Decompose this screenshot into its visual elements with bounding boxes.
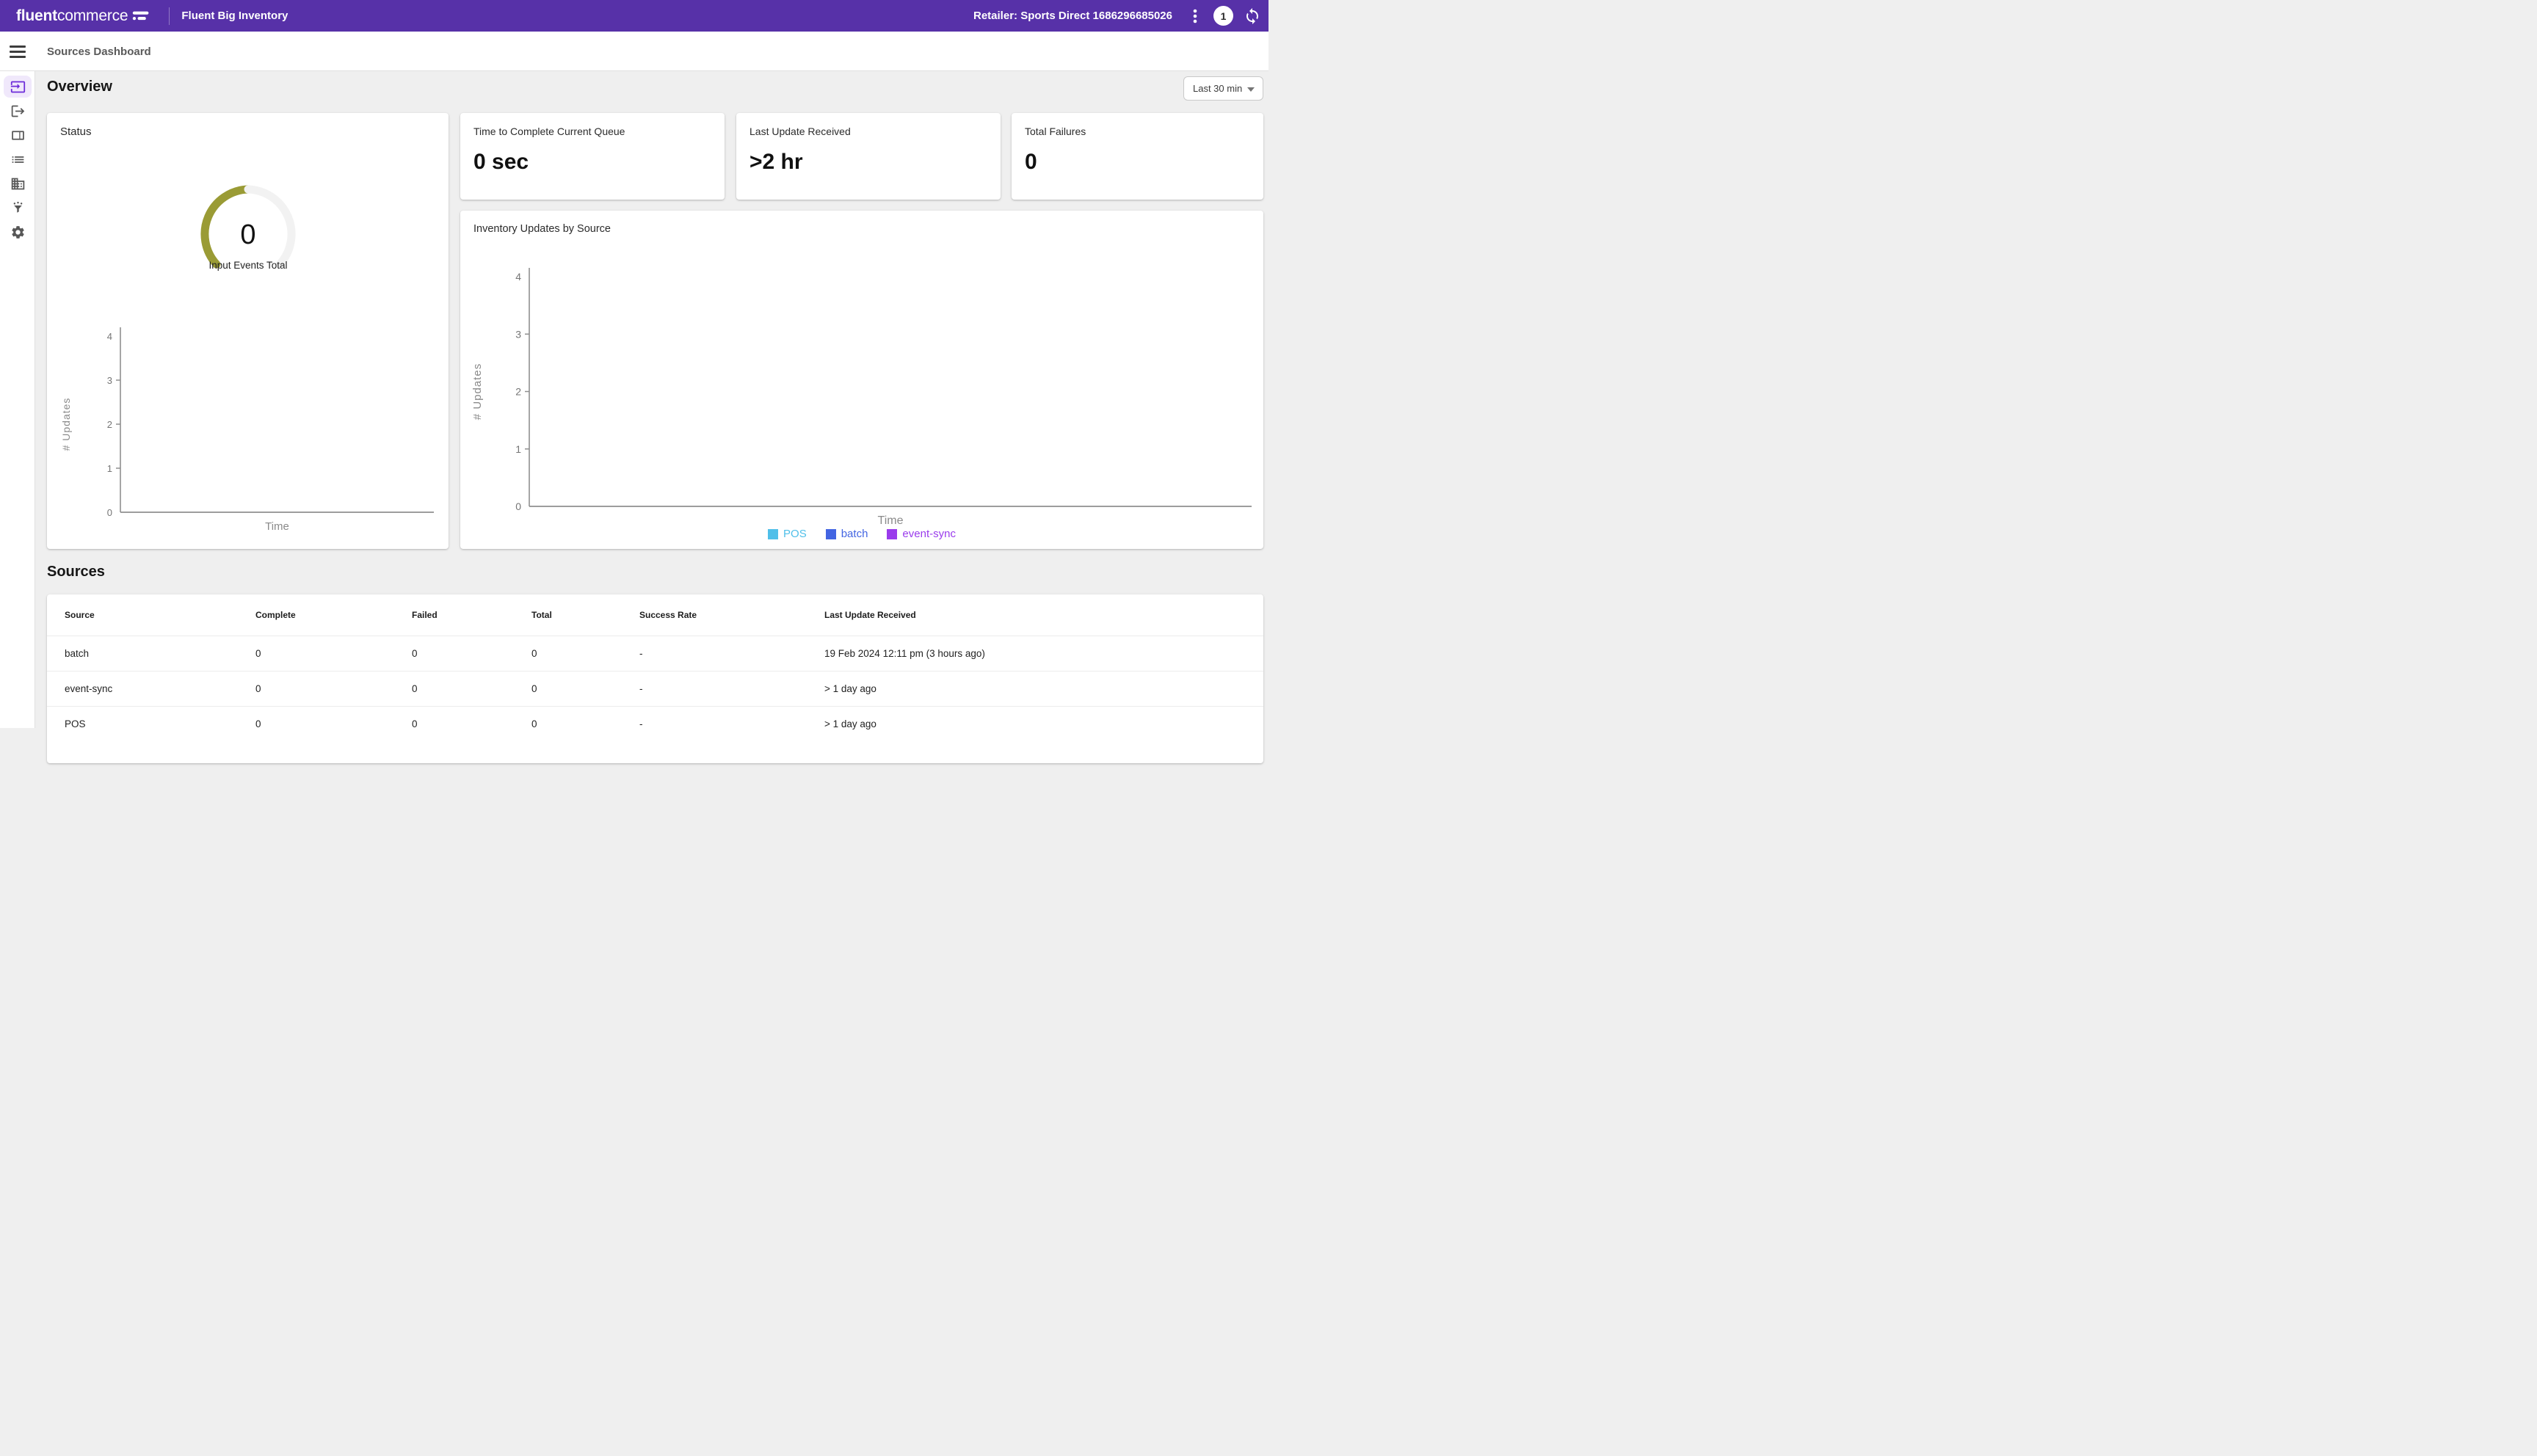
svg-text:3: 3 [515, 328, 521, 340]
table-cell: - [639, 718, 643, 729]
metric-title: Time to Complete Current Queue [473, 125, 625, 137]
side-navigation [0, 71, 35, 728]
sources-table-card: Source Complete Failed Total Success Rate Las… [47, 594, 1263, 763]
sidebar-item-output-icon[interactable] [4, 100, 32, 122]
legend-swatch [768, 528, 779, 539]
page-title: Sources Dashboard [47, 46, 151, 58]
sidebar-item-browser-layout-icon[interactable] [4, 124, 32, 146]
metric-card-queue-time: Time to Complete Current Queue 0 sec [460, 113, 725, 200]
sources-table: Source Complete Failed Total Success Rate Las… [47, 594, 1263, 741]
chart-card-title: Inventory Updates by Source [473, 223, 611, 235]
svg-text:Time: Time [265, 520, 289, 533]
metric-card-total-failures: Total Failures 0 [1012, 113, 1263, 200]
inventory-updates-chart: 0 1 2 3 4 Time # Updates [471, 268, 1252, 526]
svg-text:# Updates: # Updates [471, 363, 484, 420]
column-header-failed: Failed [412, 609, 438, 620]
inventory-updates-chart-card: Inventory Updates by Source 0 1 2 3 4 Time # U… [460, 211, 1263, 549]
table-cell: 0 [531, 647, 537, 659]
column-header-last-update-received: Last Update Received [824, 609, 916, 620]
gauge-label: Input Events Total [208, 260, 287, 271]
app-title: Fluent Big Inventory [181, 10, 288, 22]
table-cell: 0 [412, 647, 418, 659]
svg-text:Time: Time [878, 514, 904, 526]
metric-value: 0 sec [473, 150, 529, 174]
table-cell: > 1 day ago [824, 682, 876, 694]
chart-legend: POS batch event-sync [460, 528, 1263, 540]
top-app-bar: fluent commerce Fluent Big Inventory Reta… [0, 0, 1268, 32]
time-range-selected-value: Last 30 min [1193, 83, 1243, 94]
table-cell: - [639, 647, 643, 659]
table-cell: event-sync [65, 682, 113, 694]
table-cell: - [639, 682, 643, 694]
legend-label: POS [783, 528, 807, 540]
table-cell: 0 [255, 718, 261, 729]
brand-text-bold: fluent [16, 7, 57, 24]
sidebar-item-sources-input-icon[interactable] [4, 76, 32, 98]
table-cell: batch [65, 647, 90, 659]
menu-hamburger-icon[interactable] [10, 46, 26, 58]
svg-text:4: 4 [107, 331, 112, 342]
sidebar-item-insights-funnel-icon[interactable] [4, 197, 32, 219]
legend-label: batch [841, 528, 868, 540]
svg-text:1: 1 [107, 463, 112, 474]
table-row-pos[interactable]: POS 0 0 0 - > 1 day ago [47, 706, 1263, 741]
metric-title: Total Failures [1025, 125, 1086, 137]
topbar-divider [169, 7, 170, 25]
svg-text:# Updates: # Updates [60, 398, 72, 451]
table-cell: POS [65, 718, 86, 729]
metric-value: >2 hr [750, 150, 803, 174]
legend-swatch [825, 528, 836, 539]
refresh-sync-icon[interactable] [1244, 7, 1261, 25]
table-cell: > 1 day ago [824, 718, 876, 729]
legend-item-pos[interactable]: POS [768, 528, 807, 540]
brand-text-light: commerce [57, 7, 128, 24]
metric-value: 0 [1025, 150, 1037, 174]
legend-item-event-sync[interactable]: event-sync [887, 528, 956, 540]
fluent-logo-glyph-icon [133, 11, 149, 21]
gauge-value: 0 [240, 219, 255, 250]
svg-text:3: 3 [107, 375, 112, 386]
status-card: Status 0 Input Events Total 0 1 2 3 4 Time # U… [47, 113, 449, 549]
svg-text:0: 0 [515, 500, 521, 512]
column-header-success-rate: Success Rate [639, 609, 697, 620]
column-header-total: Total [531, 609, 552, 620]
table-cell: 0 [255, 647, 261, 659]
more-options-kebab-icon[interactable] [1187, 7, 1203, 25]
table-cell: 0 [255, 682, 261, 694]
svg-text:1: 1 [515, 443, 521, 455]
status-card-title: Status [60, 125, 92, 138]
legend-swatch [887, 528, 898, 539]
table-cell: 0 [531, 682, 537, 694]
column-header-complete: Complete [255, 609, 296, 620]
table-row-batch[interactable]: batch 0 0 0 - 19 Feb 2024 12:11 pm (3 hours a… [47, 636, 1263, 671]
sidebar-item-settings-gear-icon[interactable] [4, 221, 32, 243]
column-header-source: Source [65, 609, 95, 620]
table-cell: 0 [412, 682, 418, 694]
svg-text:0: 0 [107, 507, 112, 518]
input-events-gauge: 0 Input Events Total [200, 185, 296, 271]
overview-heading: Overview [47, 79, 112, 95]
page-header-bar: Sources Dashboard [0, 32, 1268, 71]
retailer-label: Retailer: Sports Direct 1686296685026 [973, 10, 1172, 22]
table-row-event-sync[interactable]: event-sync 0 0 0 - > 1 day ago [47, 671, 1263, 706]
svg-text:2: 2 [107, 419, 112, 430]
table-cell: 19 Feb 2024 12:11 pm (3 hours ago) [824, 647, 985, 659]
table-cell: 0 [412, 718, 418, 729]
legend-label: event-sync [902, 528, 956, 540]
sidebar-item-locations-building-icon[interactable] [4, 172, 32, 194]
sidebar-item-list-icon[interactable] [4, 148, 32, 170]
table-cell: 0 [531, 718, 537, 729]
status-mini-chart: 0 1 2 3 4 Time # Updates [60, 327, 434, 533]
legend-item-batch[interactable]: batch [825, 528, 868, 540]
fluent-commerce-logo[interactable]: fluent commerce [16, 7, 151, 25]
table-header-row: Source Complete Failed Total Success Rate Las… [47, 594, 1263, 636]
chevron-down-icon [1247, 87, 1255, 92]
time-range-dropdown[interactable]: Last 30 min [1183, 76, 1263, 101]
sources-heading: Sources [47, 564, 105, 580]
notification-count-badge[interactable]: 1 [1213, 6, 1233, 26]
metric-title: Last Update Received [750, 125, 851, 137]
metric-card-last-update: Last Update Received >2 hr [736, 113, 1001, 200]
svg-text:4: 4 [515, 271, 521, 283]
svg-text:2: 2 [515, 386, 521, 398]
